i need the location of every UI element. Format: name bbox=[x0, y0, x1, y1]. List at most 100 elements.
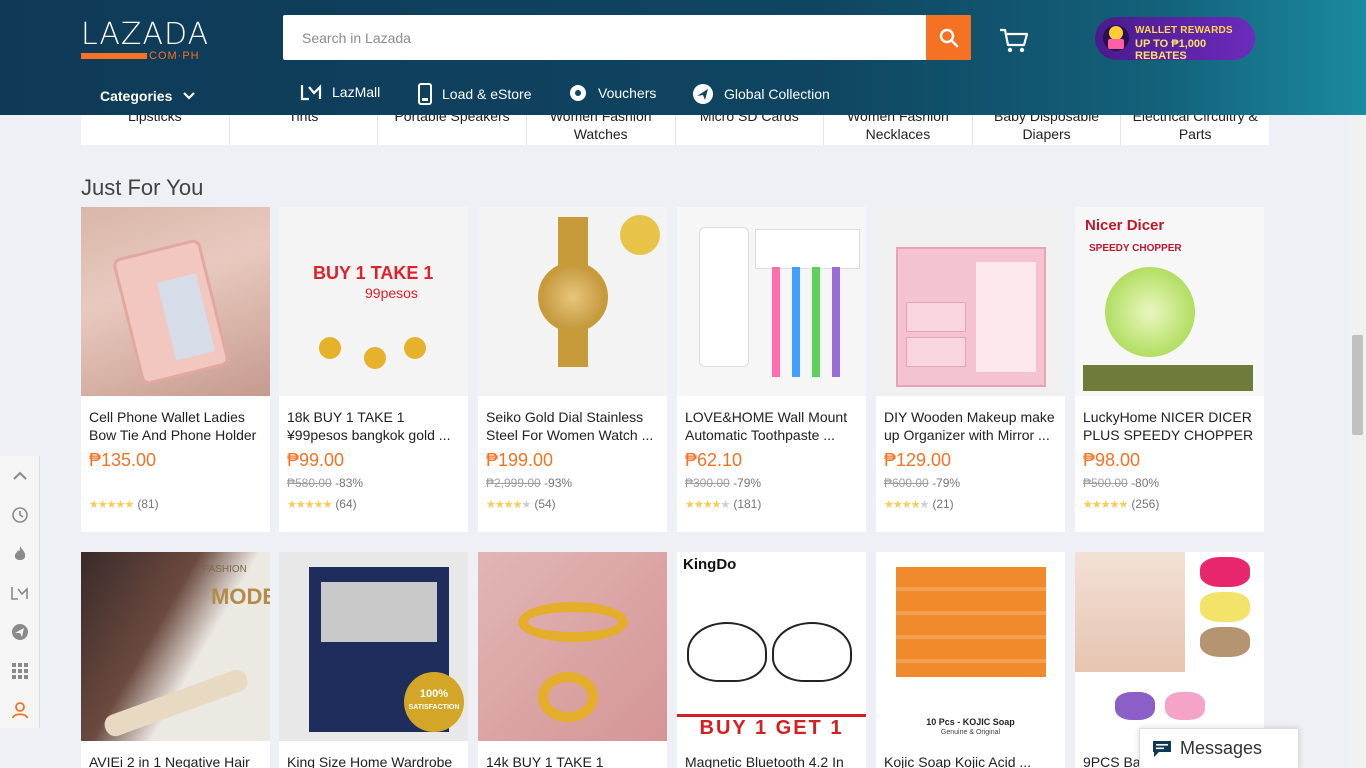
search-icon bbox=[939, 28, 958, 47]
search-button[interactable] bbox=[926, 15, 971, 60]
product-image[interactable]: 100% SATISFACTION bbox=[279, 552, 468, 741]
rating-stars-icon: ★★★★★ bbox=[685, 498, 730, 511]
product-old-price: ₱580.00 -83% bbox=[287, 476, 364, 490]
product-rating: ★★★★★ (64) bbox=[287, 497, 460, 511]
product-card[interactable]: DIY Wooden Makeup make up Organizer with… bbox=[876, 207, 1065, 532]
chevron-up-icon bbox=[13, 471, 27, 480]
cart-icon[interactable] bbox=[999, 27, 1029, 55]
lazmall-icon bbox=[11, 586, 28, 600]
product-image[interactable]: 10 Pcs - KOJIC Soap Genuine & Original bbox=[876, 552, 1065, 741]
review-count: (181) bbox=[733, 497, 762, 511]
review-count: (54) bbox=[534, 497, 556, 511]
back-to-top-button[interactable] bbox=[0, 456, 40, 495]
product-card[interactable]: Cell Phone Wallet Ladies Bow Tie And Pho… bbox=[81, 207, 270, 532]
logo-subtext: COM·PH bbox=[149, 50, 200, 62]
product-image[interactable] bbox=[478, 552, 667, 741]
image-overlay-text: MODEL bbox=[211, 584, 270, 609]
page-scrollbar[interactable] bbox=[1349, 115, 1366, 768]
wallet-icon bbox=[1103, 25, 1129, 51]
review-count: (64) bbox=[335, 497, 357, 511]
product-old-price: ₱600.00 -79% bbox=[884, 476, 961, 490]
messages-button[interactable]: Messages bbox=[1139, 728, 1299, 768]
product-card[interactable]: FASHION MODEL AVIEi 2 in 1 Negative Hair… bbox=[81, 552, 270, 768]
search-input[interactable] bbox=[283, 15, 923, 60]
nav-vouchers-label: Vouchers bbox=[598, 85, 657, 101]
chevron-down-icon bbox=[183, 92, 196, 100]
product-image[interactable]: FASHION MODEL bbox=[81, 552, 270, 741]
image-overlay-text: 99pesos bbox=[365, 285, 418, 301]
grid-icon bbox=[12, 662, 28, 679]
search-box bbox=[283, 15, 971, 60]
product-card[interactable]: Seiko Gold Dial Stainless Steel For Wome… bbox=[478, 207, 667, 532]
messages-label: Messages bbox=[1180, 738, 1263, 758]
product-image[interactable] bbox=[677, 207, 866, 396]
image-overlay-text: SPEEDY CHOPPER bbox=[1089, 243, 1182, 254]
rating-stars-icon: ★★★★★ bbox=[486, 498, 531, 511]
lazada-logo[interactable]: LAZADA COM·PH bbox=[81, 20, 209, 64]
product-rating: ★★★★★ (21) bbox=[884, 497, 1057, 511]
account-button[interactable] bbox=[0, 690, 40, 729]
product-card[interactable]: BUY 1 TAKE 1 99pesos 18k BUY 1 TAKE 1 ¥9… bbox=[279, 207, 468, 532]
image-overlay-text: FASHION bbox=[203, 564, 247, 575]
promo-line2: UP TO ₱1,000 REBATES bbox=[1135, 38, 1207, 60]
main-nav: Categories LazMall Load & eStore Voucher… bbox=[0, 78, 1366, 112]
product-old-price: ₱500.00 -80% bbox=[1083, 476, 1160, 490]
global-side-button[interactable] bbox=[0, 612, 40, 651]
product-old-price bbox=[89, 476, 262, 491]
product-rating: ★★★★★ (181) bbox=[685, 497, 858, 511]
product-image[interactable] bbox=[1075, 552, 1264, 741]
product-name: Seiko Gold Dial Stainless Steel For Wome… bbox=[486, 409, 654, 443]
all-categories-button[interactable] bbox=[0, 651, 40, 690]
history-button[interactable] bbox=[0, 495, 40, 534]
image-overlay-text: SATISFACTION bbox=[408, 704, 460, 711]
product-image[interactable] bbox=[478, 207, 667, 396]
product-price: ₱199.00 bbox=[486, 450, 554, 470]
nav-lazmall[interactable]: LazMall bbox=[300, 83, 380, 101]
promo-line1: WALLET REWARDS bbox=[1135, 25, 1233, 36]
product-card[interactable]: 100% SATISFACTION King Size Home Wardrob… bbox=[279, 552, 468, 768]
product-name: King Size Home Wardrobe ... bbox=[287, 754, 453, 768]
product-image[interactable] bbox=[81, 207, 270, 396]
product-rating: ★★★★★ (256) bbox=[1083, 497, 1256, 511]
lazmall-side-button[interactable] bbox=[0, 573, 40, 612]
flame-icon bbox=[14, 545, 26, 560]
rating-stars-icon: ★★★★★ bbox=[89, 498, 134, 511]
product-image[interactable]: KingDo BUY 1 GET 1 bbox=[677, 552, 866, 741]
scrollbar-thumb[interactable] bbox=[1352, 335, 1363, 435]
product-price: ₱62.10 bbox=[685, 450, 743, 470]
image-overlay-text: BUY 1 GET 1 bbox=[677, 714, 866, 739]
product-card[interactable]: KingDo BUY 1 GET 1 Magnetic Bluetooth 4.… bbox=[677, 552, 866, 768]
categories-label: Categories bbox=[100, 88, 173, 104]
product-rating: ★★★★★ (81) bbox=[89, 497, 262, 511]
rating-stars-icon: ★★★★★ bbox=[287, 498, 332, 511]
nav-load-estore[interactable]: Load & eStore bbox=[418, 83, 532, 105]
clock-icon bbox=[12, 506, 28, 523]
product-price: ₱129.00 bbox=[884, 450, 952, 470]
product-card[interactable]: 10 Pcs - KOJIC Soap Genuine & Original K… bbox=[876, 552, 1065, 768]
nav-lazmall-label: LazMall bbox=[332, 84, 381, 100]
product-name: Magnetic Bluetooth 4.2 In ... bbox=[685, 754, 844, 768]
image-overlay-text: KingDo bbox=[683, 556, 737, 573]
nav-global-collection[interactable]: Global Collection bbox=[692, 83, 830, 105]
hot-deals-button[interactable] bbox=[0, 534, 40, 573]
product-image[interactable]: BUY 1 TAKE 1 99pesos bbox=[279, 207, 468, 396]
product-name: LOVE&HOME Wall Mount Automatic Toothpast… bbox=[685, 409, 848, 443]
nav-vouchers[interactable]: Vouchers bbox=[568, 83, 656, 103]
product-card[interactable]: 14k BUY 1 TAKE 1 Bangkok ... bbox=[478, 552, 667, 768]
side-toolbar bbox=[0, 456, 40, 728]
nav-load-label: Load & eStore bbox=[442, 86, 532, 102]
product-name: Cell Phone Wallet Ladies Bow Tie And Pho… bbox=[89, 409, 257, 443]
review-count: (256) bbox=[1131, 497, 1160, 511]
product-image[interactable] bbox=[876, 207, 1065, 396]
product-card[interactable]: Nicer Dicer SPEEDY CHOPPER LuckyHome NIC… bbox=[1075, 207, 1264, 532]
categories-menu[interactable]: Categories bbox=[100, 88, 196, 104]
phone-icon bbox=[418, 83, 432, 105]
image-overlay-text: 100% bbox=[419, 688, 449, 700]
review-count: (21) bbox=[932, 497, 954, 511]
product-card[interactable]: LOVE&HOME Wall Mount Automatic Toothpast… bbox=[677, 207, 866, 532]
review-count: (81) bbox=[137, 497, 159, 511]
product-image[interactable]: Nicer Dicer SPEEDY CHOPPER bbox=[1075, 207, 1264, 396]
wallet-rewards-banner[interactable]: WALLET REWARDS UP TO ₱1,000 REBATES bbox=[1095, 17, 1255, 60]
image-overlay-text: BUY 1 TAKE 1 bbox=[313, 263, 434, 283]
image-overlay-text: Genuine & Original bbox=[940, 729, 1001, 736]
